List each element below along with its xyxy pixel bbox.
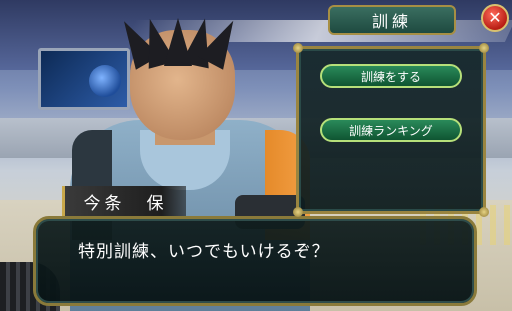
menu-panel: 訓練をする 訓練ランキング <box>293 43 489 217</box>
panel-corner-ornament <box>479 207 489 217</box>
menu-title: 訓練 <box>371 12 412 31</box>
close-button[interactable]: ✕ <box>481 4 509 32</box>
dialogue-text: 特別訓練、いつでもいけるぞ？ <box>78 242 330 262</box>
training-ranking-button[interactable]: 訓練ランキング <box>320 118 462 142</box>
close-icon: ✕ <box>488 8 502 27</box>
speaker-name-plate: 今条 保 <box>62 186 186 216</box>
dialogue-box[interactable]: 特別訓練、いつでもいけるぞ？ <box>33 216 477 306</box>
train-button-label: 訓練をする <box>360 69 421 84</box>
train-button[interactable]: 訓練をする <box>320 64 462 88</box>
speaker-name: 今条 保 <box>83 193 168 214</box>
panel-corner-ornament <box>293 207 303 217</box>
training-ranking-button-label: 訓練ランキング <box>349 123 433 138</box>
menu-title-banner: 訓練 <box>328 5 456 35</box>
character-hair <box>111 6 246 70</box>
panel-corner-ornament <box>293 43 303 53</box>
panel-corner-ornament <box>479 43 489 53</box>
